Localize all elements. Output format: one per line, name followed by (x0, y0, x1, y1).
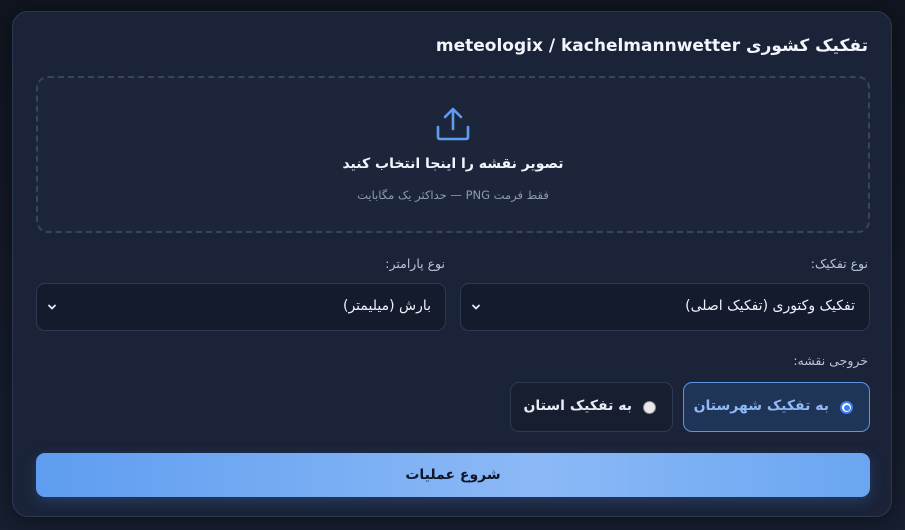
upload-title: تصویر نقشه را اینجا انتخاب کنید (342, 156, 564, 172)
start-button[interactable]: شروع عملیات (36, 453, 870, 497)
upload-icon (436, 107, 470, 141)
radio-province-label: به تفکیک استان (523, 398, 632, 414)
chevron-down-icon (472, 304, 480, 310)
upload-subtitle: فقط فرمت PNG — حداکثر یک مگابایت (357, 188, 549, 202)
map-output-label: خروجی نقشه: (793, 353, 868, 368)
radio-province[interactable]: به تفکیک استان (510, 382, 673, 432)
upload-dropzone[interactable]: تصویر نقشه را اینجا انتخاب کنید فقط فرمت… (36, 76, 870, 233)
radio-selected-indicator (840, 401, 853, 414)
page-title: تفکیک کشوری meteologix / kachelmannwette… (435, 36, 868, 56)
split-type-value: تفکیک وکتوری (تفکیک اصلی) (685, 298, 855, 314)
main-card: تفکیک کشوری meteologix / kachelmannwette… (12, 11, 892, 517)
radio-county[interactable]: به تفکیک شهرستان (683, 382, 870, 432)
parameter-type-select[interactable]: بارش (میلیمتر) (36, 283, 446, 331)
split-type-label: نوع تفکیک: (810, 256, 868, 271)
radio-county-label: به تفکیک شهرستان (693, 398, 829, 414)
parameter-type-label: نوع پارامتر: (385, 256, 445, 271)
radio-unselected-indicator (643, 401, 656, 414)
split-type-select[interactable]: تفکیک وکتوری (تفکیک اصلی) (460, 283, 870, 331)
parameter-type-value: بارش (میلیمتر) (342, 298, 431, 314)
chevron-down-icon (48, 304, 56, 310)
